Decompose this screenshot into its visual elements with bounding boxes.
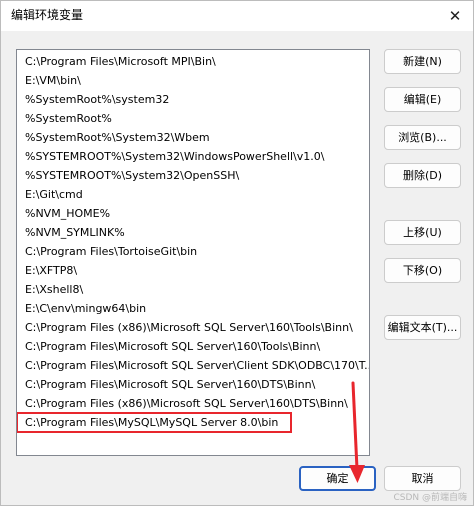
path-list[interactable]: C:\Program Files\Microsoft MPI\Bin\ E:\V… [16, 49, 370, 456]
list-item[interactable]: %SYSTEMROOT%\System32\WindowsPowerShell\… [17, 147, 369, 166]
list-item[interactable]: E:\Xshell8\ [17, 280, 369, 299]
cancel-button[interactable]: 取消 [384, 466, 461, 491]
list-item[interactable]: E:\XFTP8\ [17, 261, 369, 280]
title-bar: 编辑环境变量 ✕ [1, 1, 473, 31]
delete-button[interactable]: 删除(D) [384, 163, 461, 188]
dialog-title: 编辑环境变量 [11, 8, 84, 22]
list-item[interactable]: %SYSTEMROOT%\System32\OpenSSH\ [17, 166, 369, 185]
list-item[interactable]: C:\Program Files\Microsoft SQL Server\16… [17, 375, 369, 394]
edit-text-button[interactable]: 编辑文本(T)... [384, 315, 461, 340]
list-item[interactable]: C:\Program Files\Microsoft SQL Server\16… [17, 337, 369, 356]
edit-button[interactable]: 编辑(E) [384, 87, 461, 112]
browse-button[interactable]: 浏览(B)... [384, 125, 461, 150]
list-item[interactable]: C:\Program Files\Microsoft MPI\Bin\ [17, 52, 369, 71]
annotation-arrow-icon [349, 381, 365, 483]
list-item[interactable]: C:\Program Files (x86)\Microsoft SQL Ser… [17, 318, 369, 337]
list-item[interactable]: E:\VM\bin\ [17, 71, 369, 90]
list-item[interactable]: E:\C\env\mingw64\bin [17, 299, 369, 318]
watermark: CSDN @前端自嗨 [393, 493, 467, 503]
list-item[interactable]: C:\Program Files\Microsoft SQL Server\Cl… [17, 356, 369, 375]
new-button[interactable]: 新建(N) [384, 49, 461, 74]
list-item[interactable]: C:\Program Files\TortoiseGit\bin [17, 242, 369, 261]
list-item-mysql-highlighted[interactable]: C:\Program Files\MySQL\MySQL Server 8.0\… [17, 412, 292, 433]
edit-env-var-dialog: 编辑环境变量 ✕ C:\Program Files\Microsoft MPI\… [0, 0, 474, 506]
list-item[interactable]: %NVM_HOME% [17, 204, 369, 223]
list-item[interactable]: C:\Program Files (x86)\Microsoft SQL Ser… [17, 394, 369, 413]
close-icon[interactable]: ✕ [443, 4, 467, 28]
move-up-button[interactable]: 上移(U) [384, 220, 461, 245]
list-item[interactable]: %NVM_SYMLINK% [17, 223, 369, 242]
list-item[interactable]: %SystemRoot%\System32\Wbem [17, 128, 369, 147]
list-item[interactable]: %SystemRoot% [17, 109, 369, 128]
list-item[interactable]: E:\Git\cmd [17, 185, 369, 204]
move-down-button[interactable]: 下移(O) [384, 258, 461, 283]
list-item[interactable]: %SystemRoot%\system32 [17, 90, 369, 109]
